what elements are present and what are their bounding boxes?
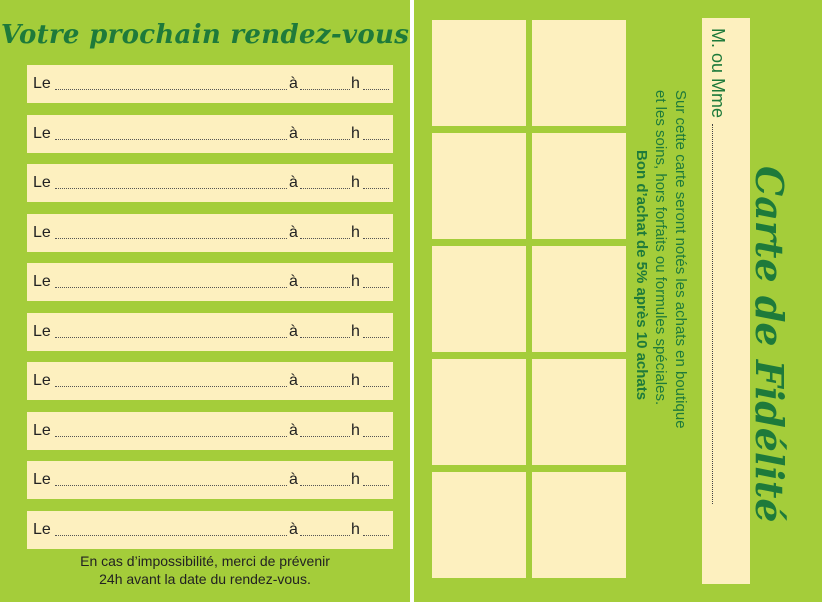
minute-dotted-line [363,386,389,387]
appointment-row[interactable]: Le à h [27,510,393,549]
minute-dotted-line [363,188,389,189]
minute-dotted-line [363,89,389,90]
date-dotted-line [55,336,287,338]
minute-dotted-line [363,336,389,338]
appointment-row[interactable]: Le à h [27,65,393,103]
minute-dotted-line [363,435,389,437]
hour-label: h [351,372,360,389]
date-dotted-line [55,485,287,486]
stamp-box[interactable] [432,133,526,239]
name-field[interactable]: M. ou Mme [707,28,728,505]
appointment-title: Votre prochain rendez-vous [0,20,410,50]
minute-dotted-line [363,138,389,140]
hour-label: h [351,471,360,488]
appointment-row[interactable]: Le à h [27,263,393,301]
at-label: à [289,223,298,241]
hour-dotted-line [300,435,350,437]
hour-dotted-line [300,534,350,536]
date-dotted-line [55,188,287,189]
stamp-box[interactable] [532,246,626,352]
appointment-row[interactable]: Le à h [27,411,393,450]
date-dotted-line [55,237,287,239]
date-label: Le [33,223,51,241]
hour-dotted-line [300,237,350,239]
hour-label: h [351,322,360,340]
appointment-row[interactable]: Le à h [27,362,393,400]
loyalty-card-title: Carte de Fidélité [747,166,792,523]
bonus-text: Bon d’achat de 5% après 10 achats [633,150,650,401]
minute-dotted-line [363,485,389,486]
hour-dotted-line [300,336,350,338]
hour-dotted-line [300,386,350,387]
footer-line-1: En cas d’impossibilité, merci de préveni… [80,553,330,569]
at-label: à [289,174,298,191]
hour-label: h [351,124,360,142]
stamp-box[interactable] [432,359,526,465]
name-dotted-line [712,124,713,505]
at-label: à [289,322,298,340]
minute-dotted-line [363,534,389,536]
stamp-box[interactable] [432,472,526,578]
minute-dotted-line [363,237,389,239]
at-label: à [289,273,298,290]
appointment-row[interactable]: Le à h [27,461,393,499]
footer-line-2: 24h avant la date du rendez-vous. [99,571,311,587]
description-line-2: et les soins, hors forfaits ou formules … [652,90,669,406]
stamp-box[interactable] [432,246,526,352]
hour-dotted-line [300,287,350,288]
date-label: Le [33,520,51,538]
date-label: Le [33,471,51,488]
date-dotted-line [55,287,287,288]
loyalty-description: Sur cette carte seront notés les achats … [650,90,690,429]
hour-label: h [351,421,360,439]
date-label: Le [33,174,51,191]
date-label: Le [33,75,51,92]
at-label: à [289,471,298,488]
appointment-row[interactable]: Le à h [27,213,393,252]
stamp-box[interactable] [532,472,626,578]
name-label: M. ou Mme [708,28,728,119]
hour-label: h [351,75,360,92]
minute-dotted-line [363,287,389,288]
at-label: à [289,520,298,538]
hour-dotted-line [300,188,350,189]
date-dotted-line [55,138,287,140]
hour-label: h [351,223,360,241]
at-label: à [289,75,298,92]
stamp-box[interactable] [532,20,626,126]
stamp-box[interactable] [532,359,626,465]
hour-dotted-line [300,485,350,486]
hour-dotted-line [300,138,350,140]
date-label: Le [33,322,51,340]
stamp-box[interactable] [532,133,626,239]
appointment-footer: En cas d’impossibilité, merci de préveni… [0,552,410,588]
appointment-row[interactable]: Le à h [27,164,393,202]
date-dotted-line [55,89,287,90]
appointment-row[interactable]: Le à h [27,312,393,351]
at-label: à [289,124,298,142]
date-dotted-line [55,386,287,387]
date-label: Le [33,372,51,389]
date-label: Le [33,124,51,142]
date-label: Le [33,273,51,290]
appointment-row[interactable]: Le à h [27,114,393,153]
date-label: Le [33,421,51,439]
hour-label: h [351,520,360,538]
at-label: à [289,372,298,389]
description-line-1: Sur cette carte seront notés les achats … [672,90,689,429]
hour-label: h [351,273,360,290]
hour-label: h [351,174,360,191]
date-dotted-line [55,435,287,437]
hour-dotted-line [300,89,350,90]
at-label: à [289,421,298,439]
stamp-box[interactable] [432,20,526,126]
date-dotted-line [55,534,287,536]
